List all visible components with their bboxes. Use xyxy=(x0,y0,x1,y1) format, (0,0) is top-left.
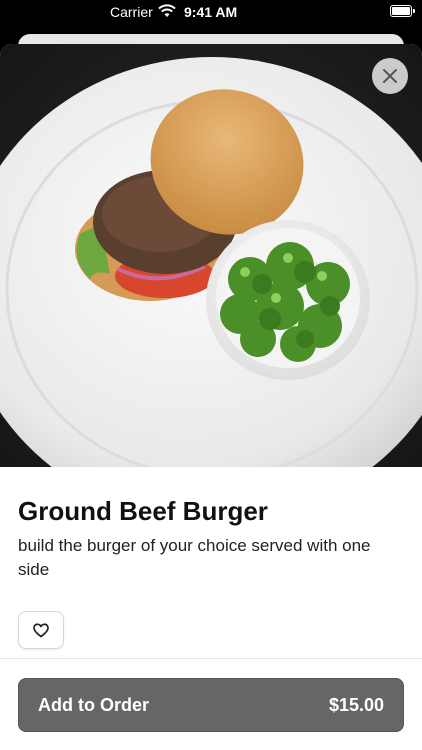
add-to-order-button[interactable]: Add to Order $15.00 xyxy=(18,678,404,732)
status-bar: Carrier 9:41 AM xyxy=(0,0,422,24)
item-title: Ground Beef Burger xyxy=(18,496,268,526)
battery-icon xyxy=(390,5,415,17)
wifi-icon xyxy=(158,4,176,17)
status-time: 9:41 AM xyxy=(184,4,238,20)
add-to-order-label: Add to Order xyxy=(38,695,149,715)
item-description: build the burger of your choice served w… xyxy=(18,536,371,579)
divider xyxy=(0,658,422,659)
heart-icon xyxy=(33,623,49,638)
close-icon xyxy=(383,69,397,83)
item-detail-sheet: Ground Beef Burger build the burger of y… xyxy=(0,44,422,750)
carrier-label: Carrier xyxy=(110,4,153,20)
favorite-button[interactable] xyxy=(18,611,64,649)
close-button[interactable] xyxy=(372,58,408,94)
item-price: $15.00 xyxy=(328,695,384,715)
item-image xyxy=(0,44,422,467)
